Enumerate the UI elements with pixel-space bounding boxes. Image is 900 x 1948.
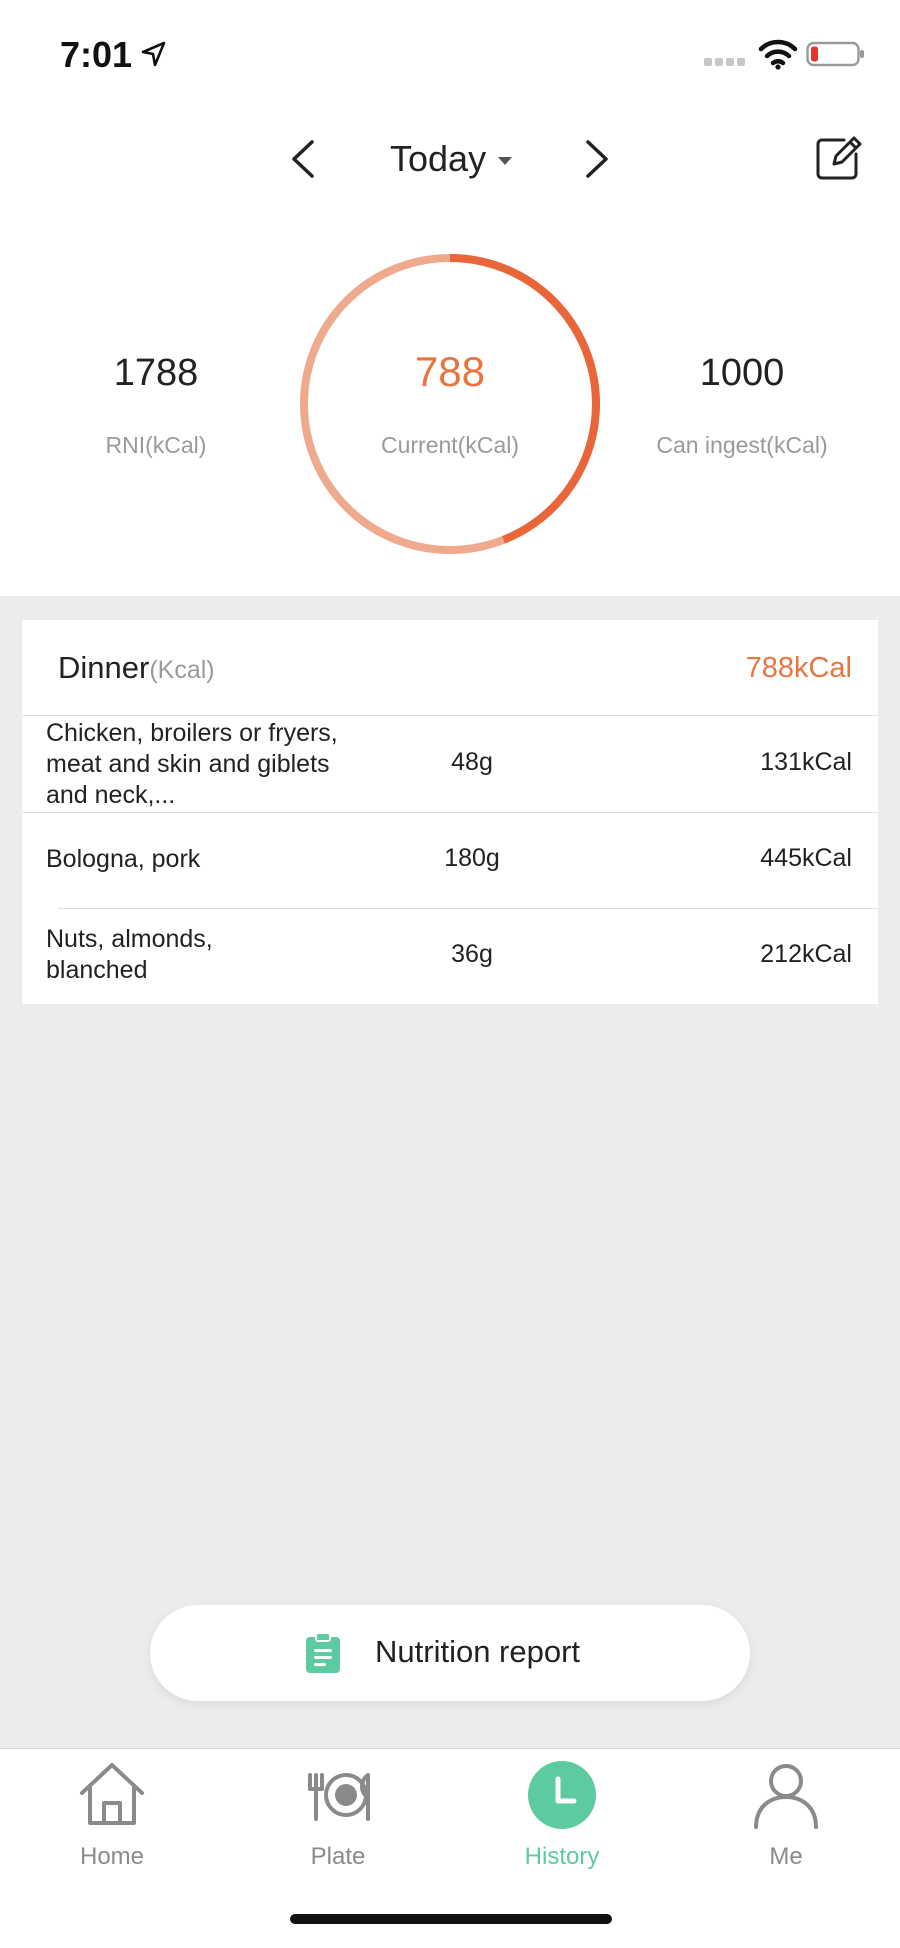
food-kcal: 212kCal xyxy=(760,940,852,968)
clock-icon xyxy=(528,1761,596,1829)
house-icon xyxy=(80,1763,144,1825)
tab-label: History xyxy=(524,1843,600,1870)
food-weight: 48g xyxy=(451,748,493,776)
date-selector[interactable]: Today xyxy=(390,134,540,184)
date-label: Today xyxy=(390,138,487,179)
status-time: 7:01 xyxy=(60,34,133,75)
clipboard-icon xyxy=(306,1633,340,1673)
meal-total: 788kCal xyxy=(745,652,852,684)
location-arrow-icon xyxy=(141,41,166,67)
battery-icon xyxy=(806,41,864,67)
edit-button[interactable] xyxy=(814,134,862,182)
tab-label: Me xyxy=(769,1843,803,1870)
nutrition-report-button[interactable]: Nutrition report xyxy=(150,1605,750,1701)
meal-card: Dinner(Kcal) 788kCal Chicken, broilers o… xyxy=(22,620,878,1004)
food-name: Nuts, almonds, blanched xyxy=(46,925,213,984)
signal-dots-icon xyxy=(704,58,745,66)
food-name: Chicken, broilers or fryers, meat and sk… xyxy=(46,719,338,809)
home-indicator xyxy=(290,1914,612,1924)
nutrition-report-label: Nutrition report xyxy=(375,1634,581,1669)
rni-value: 1788 xyxy=(113,352,199,394)
food-weight: 36g xyxy=(451,940,493,968)
rni-label: RNI(kCal) xyxy=(105,432,207,458)
caret-down-icon xyxy=(498,157,513,165)
can-ingest-value: 1000 xyxy=(699,352,785,394)
food-row[interactable]: Nuts, almonds, blanched 36g 212kCal xyxy=(22,908,878,1004)
tab-home[interactable]: Home xyxy=(32,1759,192,1879)
current-kcal-label: Current(kCal) xyxy=(380,432,520,458)
food-kcal: 131kCal xyxy=(760,748,852,776)
plate-icon xyxy=(308,1773,370,1821)
person-icon xyxy=(754,1764,818,1829)
summary-panel: 7:01 Today 1788 RNI(kCal) 788 Current(kC… xyxy=(0,0,900,596)
food-row[interactable]: Chicken, broilers or fryers, meat and sk… xyxy=(22,716,878,812)
tab-label: Plate xyxy=(310,1843,366,1870)
tab-plate[interactable]: Plate xyxy=(258,1759,418,1879)
food-row[interactable]: Bologna, pork 180g 445kCal xyxy=(22,812,878,908)
calorie-progress-ring: 788 Current(kCal) xyxy=(298,252,602,556)
meal-header: Dinner(Kcal) 788kCal xyxy=(22,620,878,716)
food-kcal: 445kCal xyxy=(760,844,852,872)
meal-title: Dinner(Kcal) xyxy=(58,650,215,686)
meal-name: Dinner xyxy=(58,650,150,685)
tab-me[interactable]: Me xyxy=(706,1759,866,1879)
previous-day-button[interactable] xyxy=(284,134,324,184)
tab-history[interactable]: History xyxy=(482,1759,642,1879)
next-day-button[interactable] xyxy=(576,134,616,184)
tab-label: Home xyxy=(79,1843,145,1870)
current-kcal-value: 788 xyxy=(414,348,486,395)
food-name: Bologna, pork xyxy=(46,845,201,873)
can-ingest-label: Can ingest(kCal) xyxy=(656,432,828,458)
food-weight: 180g xyxy=(444,844,500,872)
meal-unit: (Kcal) xyxy=(149,656,215,684)
wifi-icon xyxy=(758,39,798,70)
